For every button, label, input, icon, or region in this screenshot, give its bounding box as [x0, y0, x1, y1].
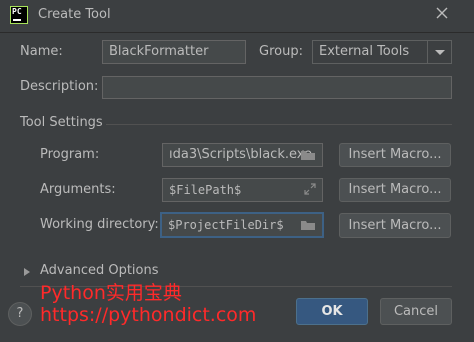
ok-button[interactable]: OK	[296, 298, 368, 325]
insert-macro-button-program[interactable]: Insert Macro...	[339, 143, 451, 167]
folder-icon[interactable]	[300, 218, 316, 232]
description-label: Description:	[20, 79, 99, 94]
arguments-input[interactable]: $FilePath$	[162, 178, 323, 202]
cancel-button[interactable]: Cancel	[380, 298, 452, 325]
title-divider	[0, 32, 474, 33]
group-label: Group:	[259, 44, 303, 59]
tool-settings-separator	[106, 124, 452, 125]
advanced-options-toggle[interactable]: Advanced Options	[40, 263, 159, 278]
group-select[interactable]: External Tools	[312, 40, 452, 64]
watermark-url: https://pythondict.com	[40, 304, 257, 326]
dropdown-arrow-icon[interactable]	[427, 41, 451, 63]
working-directory-value: $ProjectFileDir$	[168, 218, 284, 232]
tool-settings-title: Tool Settings	[20, 115, 103, 130]
description-input[interactable]	[102, 76, 452, 99]
window-title: Create Tool	[38, 7, 111, 22]
close-icon[interactable]	[435, 6, 449, 20]
pycharm-app-icon: PC	[10, 6, 28, 24]
arguments-label: Arguments:	[40, 182, 116, 197]
disclosure-triangle-icon[interactable]	[22, 266, 32, 276]
name-input[interactable]: BlackFormatter	[102, 40, 246, 64]
folder-icon[interactable]	[300, 148, 316, 162]
name-label: Name:	[20, 44, 63, 59]
insert-macro-button-working-directory[interactable]: Insert Macro...	[339, 213, 451, 238]
program-input[interactable]: ıda3\Scripts\black.exe	[162, 143, 323, 167]
program-label: Program:	[40, 147, 100, 162]
program-value: ıda3\Scripts\black.exe	[169, 147, 313, 162]
insert-macro-button-arguments[interactable]: Insert Macro...	[339, 178, 451, 202]
watermark-title: Python实用宝典	[40, 282, 182, 304]
group-select-value: External Tools	[319, 44, 410, 59]
expand-icon[interactable]	[304, 183, 316, 195]
working-directory-label: Working directory:	[40, 217, 159, 232]
help-icon[interactable]: ?	[8, 302, 32, 326]
arguments-value: $FilePath$	[169, 183, 242, 197]
app-icon-text: PC	[12, 7, 22, 16]
